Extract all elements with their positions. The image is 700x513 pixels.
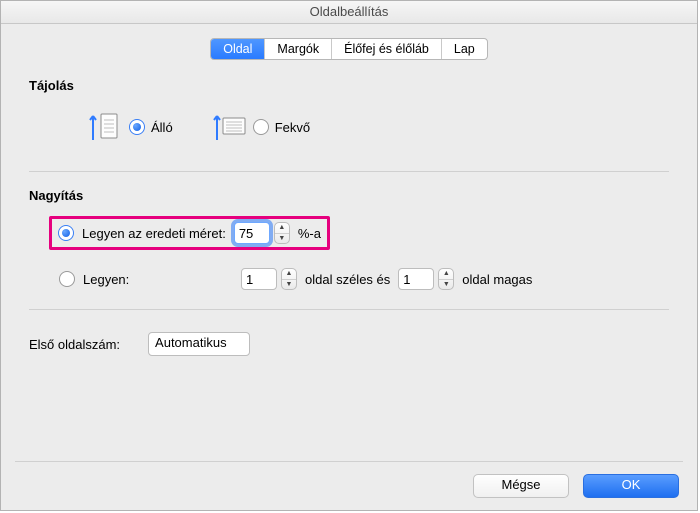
footer-buttons: Mégse OK [473,474,679,498]
chevron-up-icon[interactable]: ▲ [282,269,296,280]
zoom-adjust-radio[interactable] [58,225,74,241]
zoom-fit-radio[interactable] [59,271,75,287]
tab-page[interactable]: Oldal [211,39,265,59]
orientation-portrait-radio[interactable] [129,119,145,135]
page-body: Tájolás Álló [1,60,697,356]
tab-sheet[interactable]: Lap [442,39,487,59]
tab-margins[interactable]: Margók [265,39,332,59]
zoom-adjust-stepper[interactable]: ▲▼ [234,222,290,244]
zoom-adjust-suffix: %-a [298,226,321,241]
zoom-adjust-label: Legyen az eredeti méret: [82,226,226,241]
zoom-fit-tall-input[interactable] [398,268,434,290]
zoom-fit-tall-suffix: oldal magas [462,272,532,287]
divider-2 [29,309,669,310]
zoom-fit-wide-arrows[interactable]: ▲▼ [281,268,297,290]
divider-1 [29,171,669,172]
orientation-heading: Tájolás [29,78,669,93]
zoom-fit-label: Legyen: [83,272,233,287]
chevron-up-icon[interactable]: ▲ [439,269,453,280]
chevron-down-icon[interactable]: ▼ [282,280,296,290]
first-page-value[interactable]: Automatikus [148,332,250,356]
orientation-landscape-option[interactable]: Fekvő [213,110,310,144]
window-title: Oldalbeállítás [1,1,697,24]
orientation-landscape-label: Fekvő [275,120,310,135]
zoom-fit-wide-input[interactable] [241,268,277,290]
orientation-landscape-radio[interactable] [253,119,269,135]
tab-bar: Oldal Margók Élőfej és élőláb Lap [1,38,697,60]
zoom-fit-wide-stepper[interactable]: ▲▼ [241,268,297,290]
zoom-adjust-arrows[interactable]: ▲▼ [274,222,290,244]
orientation-portrait-option[interactable]: Álló [89,110,173,144]
orientation-row: Álló Fekvő [29,107,669,147]
zoom-fit-tall-stepper[interactable]: ▲▼ [398,268,454,290]
tab-segments: Oldal Margók Élőfej és élőláb Lap [210,38,488,60]
zoom-fit-wide-suffix: oldal széles és [305,272,390,287]
footer-separator [15,461,683,462]
cancel-button[interactable]: Mégse [473,474,569,498]
landscape-icon [213,110,247,144]
orientation-portrait-label: Álló [151,120,173,135]
tab-header-footer[interactable]: Élőfej és élőláb [332,39,442,59]
first-page-row: Első oldalszám: Automatikus [29,332,669,356]
page-setup-window: Oldalbeállítás Oldal Margók Élőfej és él… [0,0,698,511]
chevron-down-icon[interactable]: ▼ [275,234,289,244]
chevron-down-icon[interactable]: ▼ [439,280,453,290]
highlight-adjust: Legyen az eredeti méret: ▲▼ %-a [49,216,330,250]
first-page-label: Első oldalszám: [29,337,120,352]
ok-button[interactable]: OK [583,474,679,498]
zoom-adjust-row: Legyen az eredeti méret: ▲▼ %-a [29,217,669,249]
zoom-adjust-input[interactable] [234,222,270,244]
portrait-icon [89,110,123,144]
zoom-fit-row: Legyen: ▲▼ oldal széles és ▲▼ oldal maga… [29,263,669,295]
zoom-fit-tall-arrows[interactable]: ▲▼ [438,268,454,290]
zoom-heading: Nagyítás [29,188,669,203]
chevron-up-icon[interactable]: ▲ [275,223,289,234]
